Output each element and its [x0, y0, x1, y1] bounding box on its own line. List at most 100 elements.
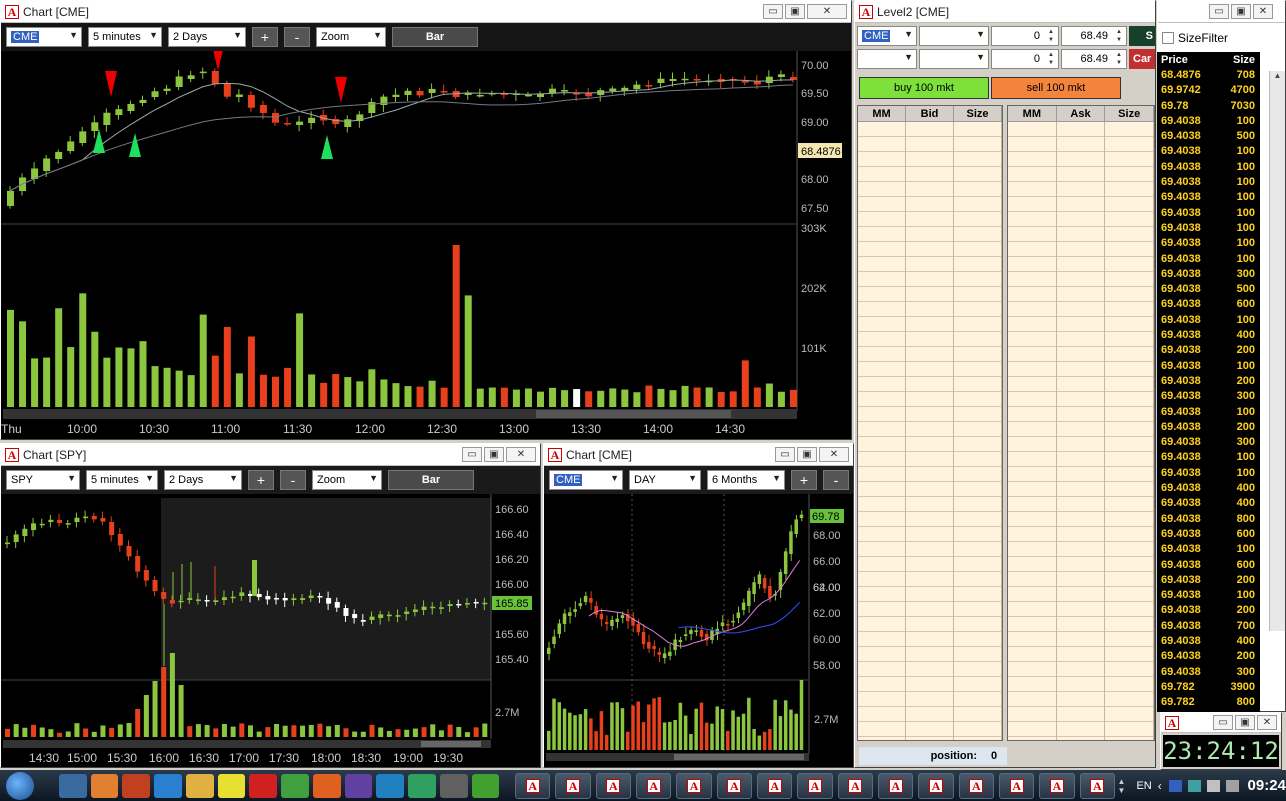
taskbar-item-chart[interactable]: A [1079, 772, 1115, 799]
range-dropdown[interactable]: 2 Days ▼ [164, 470, 242, 490]
symbol-dropdown[interactable]: CME ▼ [549, 470, 623, 490]
taskbar-overflow-icon[interactable]: ▲ ▼ [1117, 777, 1130, 795]
email-app-icon[interactable] [376, 773, 405, 798]
account-dropdown[interactable]: ▼ [857, 49, 917, 69]
minimize-button[interactable]: ▭ [462, 447, 482, 462]
taskbar-item-chart[interactable]: A [1039, 772, 1075, 799]
quantity2-stepper[interactable]: 0 ▲ ▼ [991, 49, 1059, 69]
scrollbar[interactable]: ▲ [1269, 71, 1285, 631]
day-chart-titlebar[interactable]: A Chart [CME] ▭ ▣ ✕ [544, 444, 853, 466]
settings-app-icon[interactable] [90, 773, 119, 798]
tray-app-icon[interactable] [1225, 779, 1239, 792]
maximize-button[interactable]: ▣ [1231, 4, 1251, 19]
taskbar-item-chart[interactable]: A [958, 772, 994, 799]
quantity-stepper[interactable]: 0 ▲ ▼ [991, 26, 1059, 46]
maximize-button[interactable]: ▣ [797, 447, 817, 462]
close-button[interactable]: ✕ [1257, 715, 1277, 730]
camera-app-icon[interactable] [439, 773, 468, 798]
bar-mode-button[interactable]: Bar [392, 27, 478, 47]
col-size[interactable]: Size [1219, 52, 1259, 68]
stepper-arrows-icon[interactable]: ▲ ▼ [1113, 28, 1125, 44]
symbol-dropdown[interactable]: SPY ▼ [6, 470, 80, 490]
zoom-out-button[interactable]: - [823, 470, 849, 490]
checkbox[interactable] [1162, 32, 1174, 44]
price2-stepper[interactable]: 68.49 ▲ ▼ [1061, 49, 1127, 69]
buy-side-button[interactable]: S [1129, 26, 1155, 46]
level2-titlebar[interactable]: A Level2 [CME] [855, 1, 1155, 23]
zoom-out-button[interactable]: - [284, 27, 310, 47]
type-dropdown[interactable]: ▼ [919, 49, 989, 69]
ask-col-ask[interactable]: Ask [1057, 106, 1106, 121]
bid-col-bid[interactable]: Bid [906, 106, 954, 121]
time-sales-titlebar[interactable]: ▭ ▣ ✕ [1158, 1, 1285, 23]
minimize-button[interactable]: ▭ [1209, 4, 1229, 19]
bid-col-mm[interactable]: MM [858, 106, 906, 121]
taskbar-item-chart[interactable]: A [595, 772, 632, 799]
interval-dropdown[interactable]: 5 minutes ▼ [86, 470, 158, 490]
zoom-in-button[interactable]: + [248, 470, 274, 490]
messenger-icon[interactable] [185, 773, 214, 798]
app-icon[interactable] [344, 773, 373, 798]
torrent-app-icon[interactable] [408, 773, 436, 798]
buy-market-button[interactable]: buy 100 mkt [859, 77, 989, 99]
stepper-arrows-icon[interactable]: ▲ ▼ [1045, 51, 1057, 67]
volume-icon[interactable] [1206, 779, 1220, 792]
main-chart-canvas[interactable]: 70.00 69.50 69.00 68.00 67.50 68.4876 303K 202K… [1, 45, 851, 439]
ie-browser-icon[interactable] [154, 773, 182, 798]
maximize-button[interactable]: ▣ [484, 447, 504, 462]
level2-symbol-dropdown[interactable]: CME ▼ [857, 26, 917, 46]
show-desktop-icon[interactable] [58, 773, 87, 798]
ask-col-size[interactable]: Size [1105, 106, 1155, 121]
route-dropdown[interactable]: ▼ [919, 26, 989, 46]
ask-col-mm[interactable]: MM [1008, 106, 1057, 121]
col-price[interactable]: Price [1157, 52, 1219, 68]
network-icon[interactable] [1187, 779, 1201, 792]
bar-mode-button[interactable]: Bar [388, 470, 474, 490]
close-button[interactable]: ✕ [819, 447, 849, 462]
taskbar-item-chart[interactable]: A [636, 772, 672, 799]
taskbar-item-chart[interactable]: A [999, 772, 1035, 799]
range-dropdown[interactable]: 6 Months ▼ [707, 470, 785, 490]
flag-icon[interactable] [1168, 779, 1182, 792]
day-chart-canvas[interactable]: 68.00 66.00 64.00 62.00 60.00 58.00 62.00 69.78… [544, 494, 853, 767]
opera-browser-icon[interactable] [249, 773, 278, 798]
taskbar-item-chart[interactable]: A [555, 772, 591, 799]
zoom-in-button[interactable]: + [252, 27, 278, 47]
interval-dropdown[interactable]: DAY ▼ [629, 470, 701, 490]
game-app-icon[interactable] [471, 773, 500, 798]
price-stepper[interactable]: 68.49 ▲ ▼ [1061, 26, 1127, 46]
cancel-button[interactable]: Car [1129, 49, 1155, 69]
zoom-dropdown[interactable]: Zoom ▼ [316, 27, 386, 47]
symbol-dropdown[interactable]: CME ▼ [6, 27, 82, 47]
interval-dropdown[interactable]: 5 minutes ▼ [88, 27, 162, 47]
taskbar-item-chart[interactable]: A [676, 772, 712, 799]
zoom-dropdown[interactable]: Zoom ▼ [312, 470, 382, 490]
clock-titlebar[interactable]: A ▭ ▣ ✕ [1161, 713, 1281, 733]
size-filter-toggle[interactable]: SizeFilter [1162, 31, 1228, 45]
close-button[interactable]: ✕ [1253, 4, 1273, 19]
taskbar-item-chart[interactable]: A [878, 772, 914, 799]
stepper-arrows-icon[interactable]: ▲ ▼ [1113, 51, 1125, 67]
start-button[interactable] [0, 771, 41, 801]
scroll-up-icon[interactable]: ▲ [1270, 71, 1285, 85]
minimize-button[interactable]: ▭ [775, 447, 795, 462]
maximize-button[interactable]: ▣ [785, 4, 805, 19]
close-button[interactable]: ✕ [506, 447, 536, 462]
taskbar-item-chart[interactable]: A [918, 772, 954, 799]
zoom-in-button[interactable]: + [791, 470, 817, 490]
main-chart-titlebar[interactable]: A Chart [CME] ▭ ▣ ✕ [1, 1, 851, 23]
maximize-button[interactable]: ▣ [1235, 715, 1255, 730]
folder-icon[interactable] [217, 773, 246, 798]
minimize-button[interactable]: ▭ [763, 4, 783, 19]
spy-chart-canvas[interactable]: 166.60 166.40 166.20 166.00 165.60 165.40 165.… [1, 494, 540, 767]
minimize-button[interactable]: ▭ [1213, 715, 1233, 730]
taskbar-item-chart[interactable]: A [757, 772, 793, 799]
chrome-browser-icon[interactable] [281, 773, 309, 798]
taskbar-item-chart[interactable]: A [515, 772, 551, 799]
spy-chart-titlebar[interactable]: A Chart [SPY] ▭ ▣ ✕ [1, 444, 540, 466]
stepper-arrows-icon[interactable]: ▲ ▼ [1045, 28, 1057, 44]
taskbar-item-chart[interactable]: A [837, 772, 874, 799]
close-button[interactable]: ✕ [807, 4, 847, 19]
system-clock[interactable]: 09:24 [1248, 777, 1286, 794]
range-dropdown[interactable]: 2 Days ▼ [168, 27, 246, 47]
